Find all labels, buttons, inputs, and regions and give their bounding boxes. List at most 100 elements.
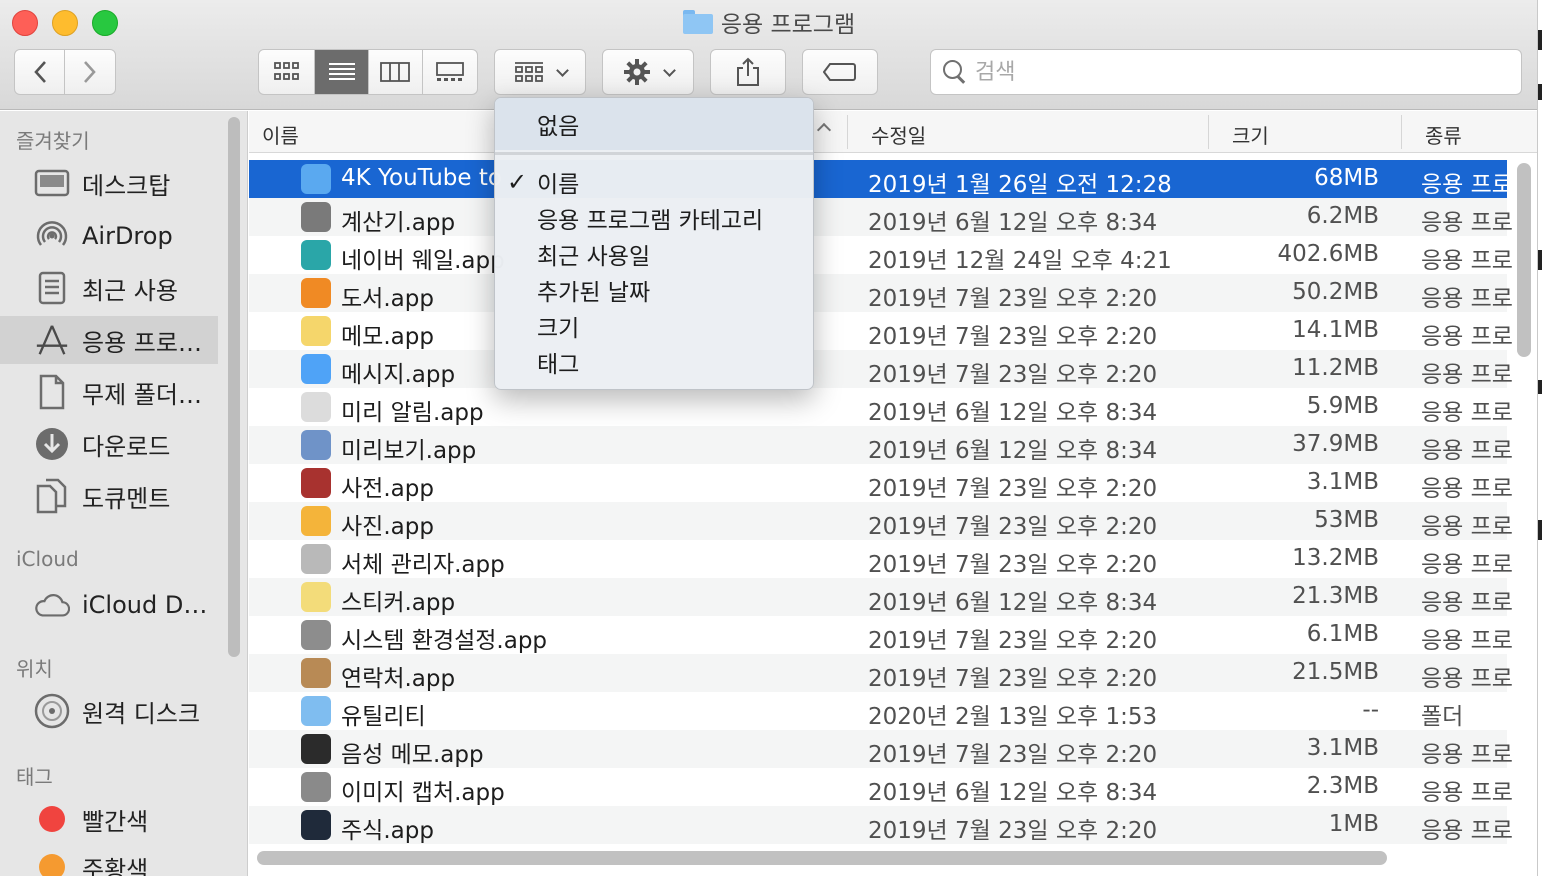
table-row[interactable]: 네이버 웨일.app 2019년 12월 24일 오후 4:21 402.6MB 응용… — [249, 236, 1513, 274]
column-size[interactable]: 크기 — [1232, 120, 1269, 149]
table-row[interactable]: 사진.app 2019년 7월 23일 오후 2:20 53MB 응용 프로 — [249, 502, 1513, 540]
table-row[interactable]: 계산기.app 2019년 6월 12일 오후 8:34 6.2MB 응용 프로 — [249, 198, 1513, 236]
file-kind: 응용 프로 — [1421, 552, 1513, 578]
sidebar-item-applications[interactable]: 응용 프로… — [0, 316, 218, 364]
file-size: 1MB — [1328, 811, 1379, 837]
menu-item-size[interactable]: 크기 — [495, 308, 813, 344]
app-icon — [301, 430, 331, 460]
documents-icon — [34, 478, 70, 514]
sidebar-item-airdrop[interactable]: AirDrop — [0, 212, 218, 260]
file-name: 이미지 캡처.app — [341, 780, 505, 806]
menu-item-name[interactable]: ✓ 이름 — [495, 164, 813, 200]
sidebar-scrollbar[interactable] — [228, 117, 240, 657]
file-size: 21.3MB — [1292, 583, 1379, 609]
search-field[interactable] — [930, 49, 1522, 95]
background-edge — [1538, 0, 1542, 880]
list-vertical-scrollbar[interactable] — [1517, 163, 1531, 357]
menu-item-label: 이름 — [537, 172, 580, 198]
file-kind: 응용 프로 — [1421, 210, 1513, 236]
view-mode-control — [258, 49, 478, 95]
table-row[interactable]: 미리보기.app 2019년 6월 12일 오후 8:34 37.9MB 응용 프로 — [249, 426, 1513, 464]
table-row[interactable]: 도서.app 2019년 7월 23일 오후 2:20 50.2MB 응용 프로 — [249, 274, 1513, 312]
column-name[interactable]: 이름 — [262, 120, 299, 149]
menu-item-date-added[interactable]: 추가된 날짜 — [495, 272, 813, 308]
sidebar-item-desktop[interactable]: 데스크탑 — [0, 159, 218, 207]
column-view-button[interactable] — [369, 50, 423, 94]
table-row[interactable]: 미리 알림.app 2019년 6월 12일 오후 8:34 5.9MB 응용 프로 — [249, 388, 1513, 426]
action-button[interactable] — [602, 49, 694, 95]
edit-tags-button[interactable] — [802, 49, 878, 95]
table-row[interactable]: 서체 관리자.app 2019년 7월 23일 오후 2:20 13.2MB 응용 프… — [249, 540, 1513, 578]
share-button[interactable] — [710, 49, 786, 95]
table-row[interactable]: 4K YouTube to 2019년 1월 26일 오전 12:28 68MB 응용… — [249, 160, 1513, 198]
sidebar-item-label: 무제 폴더… — [82, 380, 202, 409]
sidebar-item-documents[interactable]: 도큐멘트 — [0, 472, 218, 520]
sidebar-item-label: 데스크탑 — [82, 171, 171, 200]
file-modified-date: 2020년 2월 13일 오후 1:53 — [868, 704, 1158, 730]
column-modified[interactable]: 수정일 — [871, 120, 926, 149]
file-kind: 응용 프로 — [1421, 248, 1513, 274]
table-row[interactable]: 메시지.app 2019년 7월 23일 오후 2:20 11.2MB 응용 프로 — [249, 350, 1513, 388]
grid-icon — [273, 62, 299, 80]
sidebar-item-label: 도큐멘트 — [82, 484, 171, 513]
sidebar-item-recents[interactable]: 최근 사용 — [0, 264, 218, 312]
list-icon — [328, 63, 355, 80]
file-kind: 응용 프로 — [1421, 818, 1513, 844]
file-name: 연락처.app — [341, 666, 456, 692]
file-name: 스티커.app — [341, 590, 456, 616]
file-size: 2.3MB — [1306, 773, 1379, 799]
sidebar-item-tag-orange[interactable]: 주황색 — [0, 843, 218, 876]
file-kind: 응용 프로 — [1421, 172, 1513, 198]
sidebar-section-tags: 태그 — [16, 765, 53, 789]
back-button[interactable] — [15, 50, 65, 94]
table-row[interactable]: 주식.app 2019년 7월 23일 오후 2:20 1MB 응용 프로 — [249, 806, 1513, 844]
app-icon — [301, 810, 331, 840]
sidebar-item-untitled-folder[interactable]: 무제 폴더… — [0, 368, 218, 416]
app-icon — [301, 582, 331, 612]
columns-icon — [380, 62, 411, 82]
sidebar-item-icloud-drive[interactable]: iCloud D… — [0, 581, 218, 629]
file-size: 37.9MB — [1292, 431, 1379, 457]
gallery-view-button[interactable] — [423, 50, 477, 94]
file-kind: 응용 프로 — [1421, 324, 1513, 350]
tag-dot-icon — [34, 801, 70, 837]
file-name: 네이버 웨일.app — [341, 248, 505, 274]
table-row[interactable]: 음성 메모.app 2019년 7월 23일 오후 2:20 3.1MB 응용 프로 — [249, 730, 1513, 768]
menu-item-tags[interactable]: 태그 — [495, 344, 813, 380]
search-input[interactable] — [975, 59, 1495, 85]
menu-item-app-category[interactable]: 응용 프로그램 카테고리 — [495, 200, 813, 236]
menu-item-last-opened[interactable]: 최근 사용일 — [495, 236, 813, 272]
column-kind[interactable]: 종류 — [1425, 120, 1462, 149]
sidebar-item-label: AirDrop — [82, 222, 173, 250]
chevron-left-icon — [33, 61, 46, 83]
window-title-text: 응용 프로그램 — [720, 12, 856, 38]
sidebar-section-icloud: iCloud — [16, 547, 79, 571]
file-modified-date: 2019년 7월 23일 오후 2:20 — [868, 476, 1158, 502]
sidebar-item-remote-disc[interactable]: 원격 디스크 — [0, 687, 218, 735]
sidebar-item-downloads[interactable]: 다운로드 — [0, 420, 218, 468]
table-row[interactable]: 이미지 캡처.app 2019년 6월 12일 오후 8:34 2.3MB 응용 프로 — [249, 768, 1513, 806]
table-row[interactable]: 메모.app 2019년 7월 23일 오후 2:20 14.1MB 응용 프로 — [249, 312, 1513, 350]
table-row[interactable]: 연락처.app 2019년 7월 23일 오후 2:20 21.5MB 응용 프로 — [249, 654, 1513, 692]
app-icon — [301, 544, 331, 574]
table-row[interactable]: 사전.app 2019년 7월 23일 오후 2:20 3.1MB 응용 프로 — [249, 464, 1513, 502]
file-name: 유틸리티 — [341, 704, 426, 730]
file-size: 14.1MB — [1292, 317, 1379, 343]
forward-button[interactable] — [65, 50, 115, 94]
document-icon — [34, 374, 70, 410]
group-by-button[interactable] — [494, 49, 586, 95]
table-row[interactable]: 유틸리티 2020년 2월 13일 오후 1:53 -- 폴더 — [249, 692, 1507, 730]
list-view-button[interactable] — [315, 50, 369, 94]
table-row[interactable]: 시스템 환경설정.app 2019년 7월 23일 오후 2:20 6.1MB 응용 … — [249, 616, 1513, 654]
sidebar-item-tag-red[interactable]: 빨간색 — [0, 795, 218, 843]
file-modified-date: 2019년 7월 23일 오후 2:20 — [868, 818, 1158, 844]
gallery-icon — [435, 62, 464, 81]
file-name: 음성 메모.app — [341, 742, 484, 768]
file-name: 4K YouTube to — [341, 165, 502, 191]
menu-item-none[interactable]: 없음 — [495, 98, 813, 150]
column-header: 이름 수정일 크기 종류 — [249, 111, 1537, 153]
sidebar-section-locations: 위치 — [16, 657, 53, 681]
table-row[interactable]: 스티커.app 2019년 6월 12일 오후 8:34 21.3MB 응용 프로 — [249, 578, 1513, 616]
icon-view-button[interactable] — [259, 50, 316, 94]
list-horizontal-scrollbar[interactable] — [257, 851, 1387, 865]
